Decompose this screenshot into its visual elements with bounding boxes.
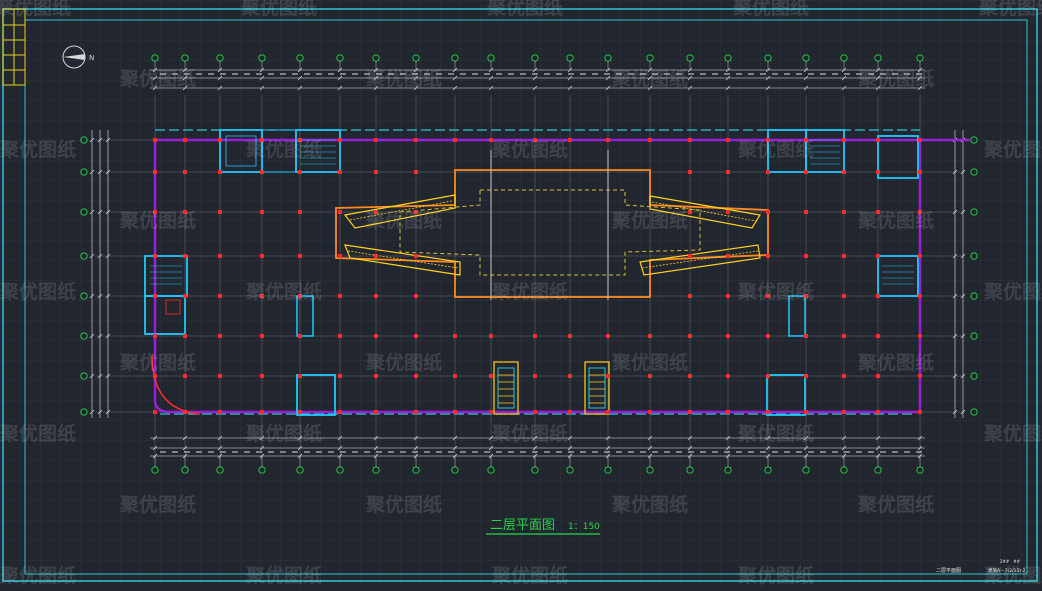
drawing-scale: 1：150 <box>568 522 600 532</box>
svg-text:聚优图纸: 聚优图纸 <box>732 0 809 19</box>
svg-text:聚优图纸: 聚优图纸 <box>119 493 196 516</box>
svg-text:聚优图纸: 聚优图纸 <box>611 493 688 516</box>
sheet-name: 二层平面图 <box>936 568 961 574</box>
drawing-title-text: 二层平面图 <box>490 518 555 533</box>
svg-text:聚优图纸: 聚优图纸 <box>0 422 76 445</box>
svg-text:聚优图纸: 聚优图纸 <box>245 422 322 445</box>
svg-text:聚优图纸: 聚优图纸 <box>611 209 688 232</box>
svg-text:聚优图纸: 聚优图纸 <box>365 209 442 232</box>
svg-text:聚优图纸: 聚优图纸 <box>983 280 1042 303</box>
svg-text:聚优图纸: 聚优图纸 <box>857 209 934 232</box>
svg-text:聚优图纸: 聚优图纸 <box>0 280 76 303</box>
drawing-canvas[interactable]: N 聚优图纸 聚优图纸 聚优图纸 聚优图纸 聚优图 聚优图纸 聚优图纸 聚优图纸… <box>0 0 1042 587</box>
svg-text:聚优图纸: 聚优图纸 <box>737 564 814 587</box>
svg-text:聚优图纸: 聚优图纸 <box>737 280 814 303</box>
svg-text:聚优图纸: 聚优图纸 <box>365 351 442 374</box>
svg-text:聚优图纸: 聚优图纸 <box>611 67 688 90</box>
svg-text:聚优图纸: 聚优图纸 <box>245 138 322 161</box>
svg-text:聚优图纸: 聚优图纸 <box>857 67 934 90</box>
svg-text:聚优图纸: 聚优图纸 <box>983 422 1042 445</box>
svg-text:聚优图纸: 聚优图纸 <box>737 422 814 445</box>
svg-text:聚优图纸: 聚优图纸 <box>491 138 568 161</box>
svg-text:聚优图纸: 聚优图纸 <box>119 209 196 232</box>
svg-text:聚优图纸: 聚优图纸 <box>857 493 934 516</box>
svg-text:聚优图纸: 聚优图纸 <box>983 138 1042 161</box>
svg-text:聚优图纸: 聚优图纸 <box>983 564 1042 587</box>
svg-text:聚优图纸: 聚优图纸 <box>491 422 568 445</box>
sheet-no: 2## ## <box>1000 559 1021 564</box>
svg-text:聚优图纸: 聚优图纸 <box>611 351 688 374</box>
svg-text:聚优图纸: 聚优图纸 <box>486 0 563 19</box>
svg-text:聚优图纸: 聚优图纸 <box>978 0 1042 19</box>
svg-text:聚优图纸: 聚优图纸 <box>245 280 322 303</box>
svg-text:聚优图纸: 聚优图纸 <box>737 138 814 161</box>
svg-text:聚优图纸: 聚优图纸 <box>491 280 568 303</box>
svg-text:聚优图纸: 聚优图纸 <box>119 351 196 374</box>
svg-text:聚优图纸: 聚优图纸 <box>365 493 442 516</box>
svg-text:N: N <box>89 54 94 62</box>
svg-text:聚优图纸: 聚优图纸 <box>857 351 934 374</box>
svg-text:聚优图纸: 聚优图纸 <box>245 564 322 587</box>
svg-text:聚优图纸: 聚优图纸 <box>491 564 568 587</box>
svg-text:聚优图纸: 聚优图纸 <box>0 138 76 161</box>
svg-text:聚优图纸: 聚优图纸 <box>0 564 76 587</box>
svg-text:聚优图纸: 聚优图纸 <box>240 0 317 19</box>
svg-text:聚优图纸: 聚优图纸 <box>0 0 71 19</box>
svg-text:聚优图纸: 聚优图纸 <box>365 67 442 90</box>
svg-text:聚优图纸: 聚优图纸 <box>119 67 196 90</box>
drawing-code: 建施A—7(2/15)-2 <box>988 567 1026 574</box>
